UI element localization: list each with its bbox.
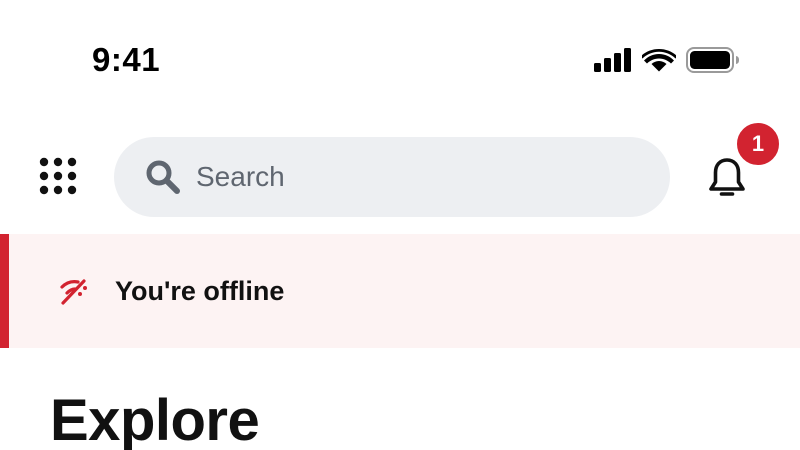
search-icon <box>144 158 182 196</box>
status-time: 9:41 <box>92 41 161 78</box>
wifi-icon <box>642 48 676 72</box>
offline-banner: You're offline <box>0 234 800 348</box>
status-icons <box>594 44 740 76</box>
page-title: Explore <box>50 388 260 450</box>
apps-menu-button[interactable] <box>34 154 82 202</box>
app-screen: 9:41 Search 1 You're offline Explore <box>0 0 800 450</box>
search-placeholder: Search <box>196 161 285 192</box>
grid-menu-icon <box>38 156 78 201</box>
battery-icon <box>686 47 740 73</box>
offline-message: You're offline <box>115 275 285 306</box>
bell-icon <box>708 157 746 204</box>
cellular-signal-icon <box>594 48 632 72</box>
notification-count-badge: 1 <box>734 120 782 168</box>
offline-icon <box>59 276 89 306</box>
search-input[interactable]: Search <box>114 137 670 217</box>
